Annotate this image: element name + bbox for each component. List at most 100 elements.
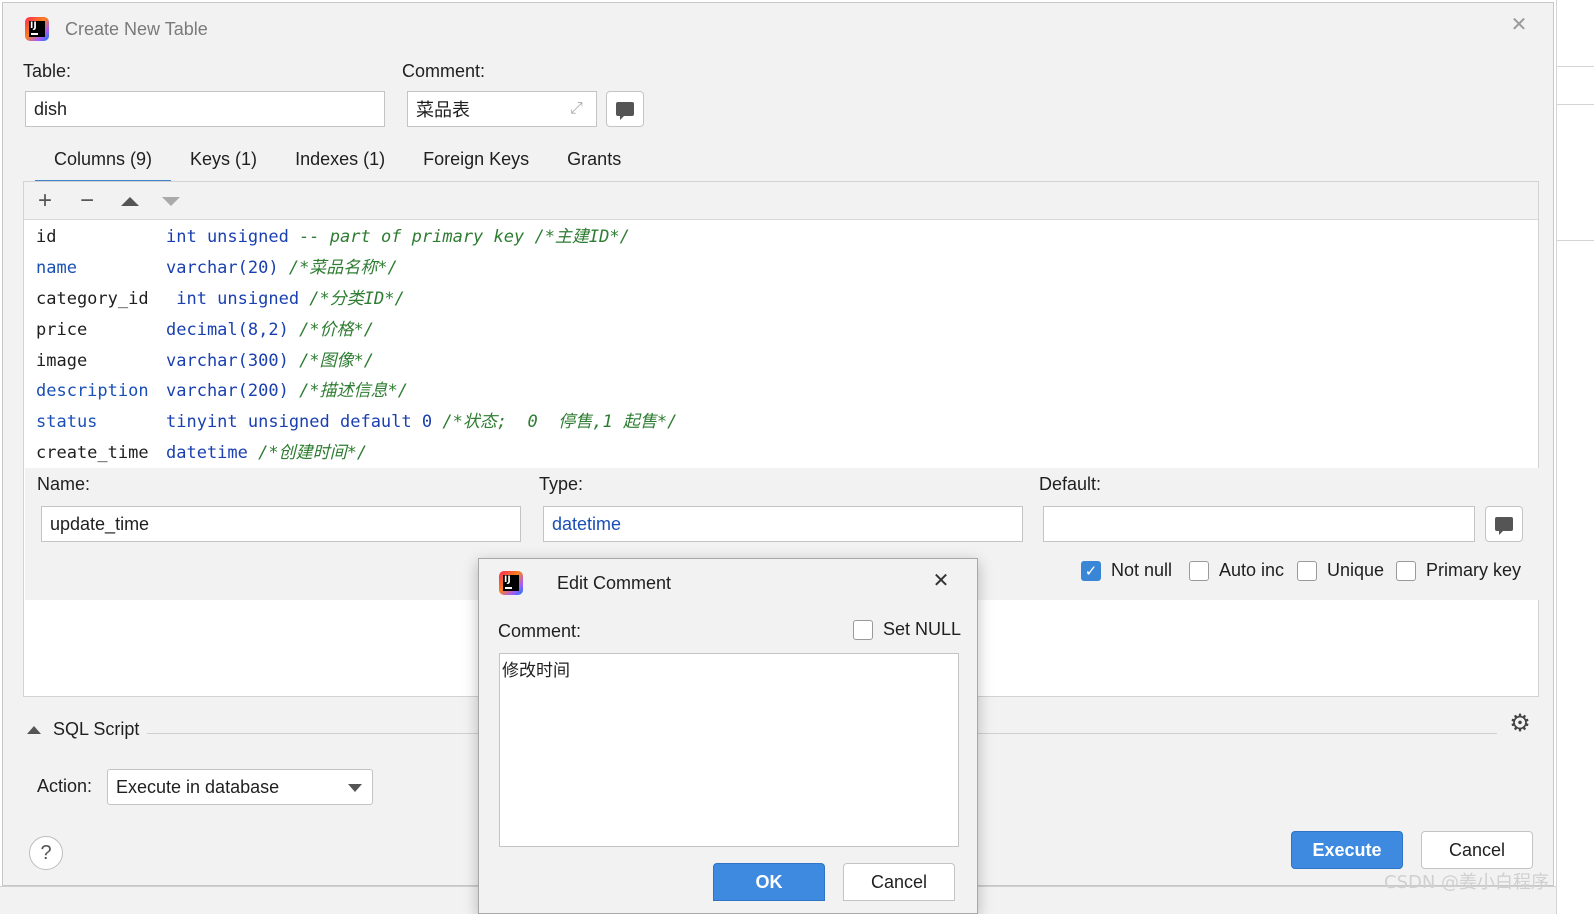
- column-comment: /*图像*/: [288, 350, 375, 371]
- table-comment-input[interactable]: 菜品表 ⤢: [407, 91, 597, 127]
- column-comment: -- part of primary key /*主建ID*/: [288, 227, 630, 247]
- edit-column-comment-button[interactable]: [1485, 506, 1523, 542]
- not-null-label: Not null: [1111, 560, 1173, 580]
- set-null-checkbox[interactable]: Set NULL: [853, 619, 961, 640]
- column-type: int unsigned: [166, 288, 300, 309]
- table-name-input[interactable]: dish: [25, 91, 385, 127]
- columns-list: id int unsigned -- part of primary key /*…: [36, 222, 677, 469]
- primary-key-label: Primary key: [1426, 560, 1522, 580]
- sql-script-toggle[interactable]: SQL Script: [27, 719, 139, 740]
- column-comment: /*描述信息*/: [288, 381, 409, 402]
- unique-checkbox[interactable]: Unique: [1297, 560, 1384, 581]
- column-row[interactable]: price decimal(8,2) /*价格*/: [36, 315, 677, 346]
- checkbox-box: [1189, 560, 1209, 581]
- move-down-icon[interactable]: [162, 197, 180, 206]
- column-comment: /*分类ID*/: [299, 288, 405, 309]
- column-type: decimal(8,2): [166, 319, 289, 340]
- column-name: price: [36, 319, 88, 340]
- edit-comment-title: Edit Comment: [557, 572, 672, 593]
- intellij-logo-icon: IJ: [25, 17, 49, 41]
- column-name-input[interactable]: update_time: [41, 506, 521, 542]
- column-type: datetime: [166, 443, 248, 464]
- column-comment: /*菜品名称*/: [278, 257, 398, 278]
- tab-keys[interactable]: Keys (1): [171, 143, 276, 183]
- intellij-logo-icon: IJ: [499, 571, 523, 595]
- columns-toolbar: + −: [24, 182, 1538, 220]
- tab-foreign-keys[interactable]: Foreign Keys: [404, 143, 548, 183]
- help-button[interactable]: ?: [29, 836, 63, 870]
- primary-key-checkbox[interactable]: Primary key: [1396, 560, 1521, 581]
- column-name: status: [36, 412, 98, 433]
- comment-bubble-icon: [1495, 517, 1513, 535]
- column-type: varchar(200): [166, 381, 289, 402]
- column-row[interactable]: status tinyint unsigned default 0 /*状态; 0…: [36, 407, 677, 438]
- column-name: id: [36, 227, 57, 247]
- sql-script-label: SQL Script: [53, 719, 140, 739]
- column-type-value: datetime: [552, 513, 622, 534]
- column-type-input[interactable]: datetime: [543, 506, 1023, 542]
- modal-cancel-button[interactable]: Cancel: [843, 863, 955, 901]
- column-comment: /*价格*/: [288, 319, 375, 340]
- column-row[interactable]: image varchar(300) /*图像*/: [36, 346, 677, 377]
- checkbox-box: [1297, 560, 1317, 581]
- tab-columns[interactable]: Columns (9): [35, 143, 172, 183]
- edit-comment-title-bar: IJ Edit Comment: [499, 571, 671, 595]
- comment-label: Comment:: [402, 61, 486, 81]
- column-name-value: update_time: [50, 513, 150, 534]
- column-comment: /*创建时间*/: [247, 443, 368, 464]
- auto-inc-label: Auto inc: [1219, 560, 1285, 580]
- column-type: varchar(20): [166, 257, 279, 278]
- execute-button[interactable]: Execute: [1291, 831, 1403, 869]
- action-select[interactable]: Execute in database: [107, 769, 373, 805]
- tab-indexes[interactable]: Indexes (1): [276, 143, 404, 183]
- tab-grants[interactable]: Grants: [548, 143, 640, 183]
- dialog-title-bar: IJ Create New Table: [25, 15, 208, 43]
- expand-icon[interactable]: ⤢: [570, 100, 588, 118]
- action-label: Action:: [37, 776, 93, 796]
- column-row[interactable]: name varchar(20) /*菜品名称*/: [36, 253, 677, 284]
- tab-bar: Columns (9) Keys (1) Indexes (1) Foreign…: [35, 143, 640, 183]
- column-comment: /*状态; 0 停售,1 起售*/: [432, 412, 678, 433]
- column-row[interactable]: description varchar(200) /*描述信息*/: [36, 376, 677, 407]
- column-name: description: [36, 381, 149, 402]
- set-null-label: Set NULL: [883, 619, 962, 639]
- column-row[interactable]: id int unsigned -- part of primary key /*…: [36, 222, 677, 253]
- table-comment-value: 菜品表: [416, 100, 470, 120]
- column-type: varchar(300): [166, 350, 289, 371]
- column-name: create_time: [36, 443, 149, 464]
- column-name: image: [36, 350, 88, 371]
- cancel-button[interactable]: Cancel: [1421, 831, 1533, 869]
- background-window-edge: [1556, 0, 1594, 914]
- not-null-checkbox[interactable]: ✓ Not null: [1081, 560, 1172, 581]
- comment-textarea[interactable]: 修改时间: [499, 653, 959, 847]
- column-type: tinyint unsigned default 0: [166, 412, 433, 433]
- auto-inc-checkbox[interactable]: Auto inc: [1189, 560, 1284, 581]
- edit-comment-button[interactable]: [606, 91, 644, 127]
- checkmark-icon: ✓: [1081, 560, 1101, 581]
- ok-button[interactable]: OK: [713, 863, 825, 901]
- collapse-triangle-icon: [27, 725, 41, 734]
- action-select-value: Execute in database: [116, 776, 280, 797]
- edit-comment-label: Comment:: [498, 621, 582, 641]
- checkbox-box: [1396, 560, 1416, 581]
- move-up-icon[interactable]: [121, 197, 139, 206]
- close-icon[interactable]: ✕: [929, 569, 953, 593]
- add-column-icon[interactable]: +: [30, 186, 60, 216]
- column-name: category_id: [36, 288, 149, 309]
- name-label: Name:: [37, 474, 91, 494]
- column-row[interactable]: create_time datetime /*创建时间*/: [36, 438, 677, 469]
- remove-column-icon[interactable]: −: [72, 186, 102, 216]
- column-row[interactable]: category_id int unsigned /*分类ID*/: [36, 284, 677, 315]
- chevron-down-icon: [348, 784, 362, 792]
- column-default-input[interactable]: [1043, 506, 1475, 542]
- checkbox-box: [853, 619, 873, 640]
- dialog-title: Create New Table: [65, 18, 208, 39]
- column-name: name: [36, 257, 77, 278]
- close-icon[interactable]: ✕: [1507, 13, 1531, 37]
- watermark: CSDN @姜小白程序: [1384, 872, 1550, 893]
- unique-label: Unique: [1327, 560, 1385, 580]
- table-name-value: dish: [34, 98, 68, 119]
- default-label: Default:: [1039, 474, 1102, 494]
- type-label: Type:: [539, 474, 584, 494]
- gear-icon[interactable]: ⚙: [1507, 711, 1533, 737]
